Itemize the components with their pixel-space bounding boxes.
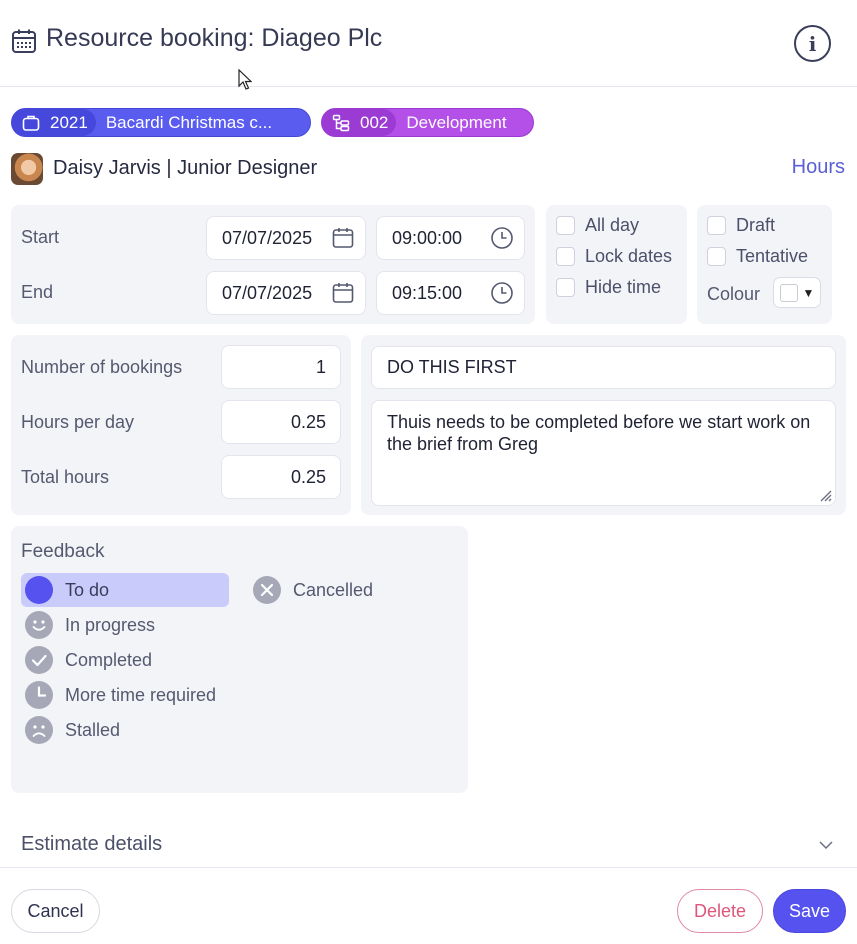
chevron-down-icon[interactable] bbox=[817, 838, 835, 852]
estimate-details-toggle[interactable]: Estimate details bbox=[21, 833, 162, 856]
assignee: Daisy Jarvis | Junior Designer bbox=[11, 152, 317, 185]
start-date-input[interactable]: 07/07/2025 bbox=[206, 216, 366, 260]
briefcase-icon bbox=[22, 115, 40, 131]
clock-icon[interactable] bbox=[490, 281, 514, 305]
clock-circle-icon bbox=[25, 681, 53, 709]
phase-name: Development bbox=[406, 112, 507, 132]
hours-panel: Number of bookings Hours per day Total h… bbox=[11, 335, 351, 515]
status-options-panel: Draft Tentative Colour ▼ bbox=[697, 205, 832, 324]
x-circle-icon bbox=[253, 576, 281, 604]
frown-icon bbox=[25, 716, 53, 744]
hours-per-day-label: Hours per day bbox=[21, 412, 135, 432]
hide-time-checkbox[interactable]: Hide time bbox=[556, 277, 661, 298]
dialog-footer: Cancel Delete Save bbox=[0, 867, 857, 944]
total-hours-label: Total hours bbox=[21, 467, 110, 487]
delete-button[interactable]: Delete bbox=[677, 889, 763, 933]
notes-panel: DO THIS FIRST Thuis needs to be complete… bbox=[361, 335, 846, 515]
end-label: End bbox=[21, 282, 54, 302]
smile-icon bbox=[25, 611, 53, 639]
feedback-option-cancelled[interactable]: Cancelled bbox=[249, 573, 373, 607]
dropdown-arrow-icon: ▼ bbox=[802, 285, 815, 300]
end-date-input[interactable]: 07/07/2025 bbox=[206, 271, 366, 315]
feedback-option-stalled[interactable]: Stalled bbox=[21, 713, 120, 747]
filled-circle-icon bbox=[25, 576, 53, 604]
feedback-title: Feedback bbox=[21, 541, 105, 562]
project-name: Bacardi Christmas c... bbox=[105, 112, 273, 132]
calendar-icon[interactable] bbox=[331, 226, 355, 250]
info-icon[interactable]: i bbox=[794, 25, 831, 62]
cancel-button[interactable]: Cancel bbox=[11, 889, 100, 933]
all-day-checkbox[interactable]: All day bbox=[556, 215, 639, 236]
feedback-panel: Feedback To do In progress Completed Mor… bbox=[11, 526, 468, 793]
total-hours-input[interactable]: 0.25 bbox=[221, 455, 341, 499]
lock-dates-checkbox[interactable]: Lock dates bbox=[556, 246, 672, 267]
colour-swatch bbox=[779, 283, 798, 302]
booking-notes-textarea[interactable]: Thuis needs to be completed before we st… bbox=[371, 400, 836, 506]
stages-icon bbox=[332, 114, 350, 131]
assignee-name: Daisy Jarvis | Junior Designer bbox=[53, 157, 318, 179]
project-chip[interactable]: 2021 Bacardi Christmas c... bbox=[11, 108, 311, 137]
phase-chip[interactable]: 002 Development bbox=[321, 108, 534, 137]
colour-select[interactable]: ▼ bbox=[773, 277, 821, 308]
draft-checkbox[interactable]: Draft bbox=[707, 215, 775, 236]
avatar bbox=[11, 152, 43, 185]
tentative-checkbox[interactable]: Tentative bbox=[707, 246, 808, 267]
dialog-header: Resource booking: Diageo Plc i bbox=[0, 0, 857, 87]
booking-title-input[interactable]: DO THIS FIRST bbox=[371, 346, 836, 389]
dates-panel: Start End 07/07/2025 09:00:00 07/07/2025… bbox=[11, 205, 535, 324]
start-time-input[interactable]: 09:00:00 bbox=[376, 216, 525, 260]
calendar-icon bbox=[12, 29, 36, 53]
hours-link[interactable]: Hours bbox=[792, 156, 845, 179]
project-number: 2021 bbox=[50, 112, 88, 132]
feedback-option-to-do[interactable]: To do bbox=[21, 573, 229, 607]
save-button[interactable]: Save bbox=[773, 889, 846, 933]
colour-label: Colour bbox=[707, 284, 761, 304]
feedback-option-completed[interactable]: Completed bbox=[21, 643, 152, 677]
phase-number: 002 bbox=[360, 112, 389, 132]
feedback-option-in-progress[interactable]: In progress bbox=[21, 608, 155, 642]
end-time-input[interactable]: 09:15:00 bbox=[376, 271, 525, 315]
resize-handle-icon[interactable] bbox=[818, 488, 832, 502]
hours-per-day-input[interactable]: 0.25 bbox=[221, 400, 341, 444]
date-options-panel: All day Lock dates Hide time bbox=[546, 205, 687, 324]
bookings-label: Number of bookings bbox=[21, 357, 183, 377]
start-label: Start bbox=[21, 227, 60, 247]
page-title: Resource booking: Diageo Plc bbox=[46, 24, 383, 52]
bookings-input[interactable]: 1 bbox=[221, 345, 341, 389]
feedback-option-more-time[interactable]: More time required bbox=[21, 678, 216, 712]
check-circle-icon bbox=[25, 646, 53, 674]
clock-icon[interactable] bbox=[490, 226, 514, 250]
mouse-cursor-icon bbox=[238, 69, 252, 90]
calendar-icon[interactable] bbox=[331, 281, 355, 305]
